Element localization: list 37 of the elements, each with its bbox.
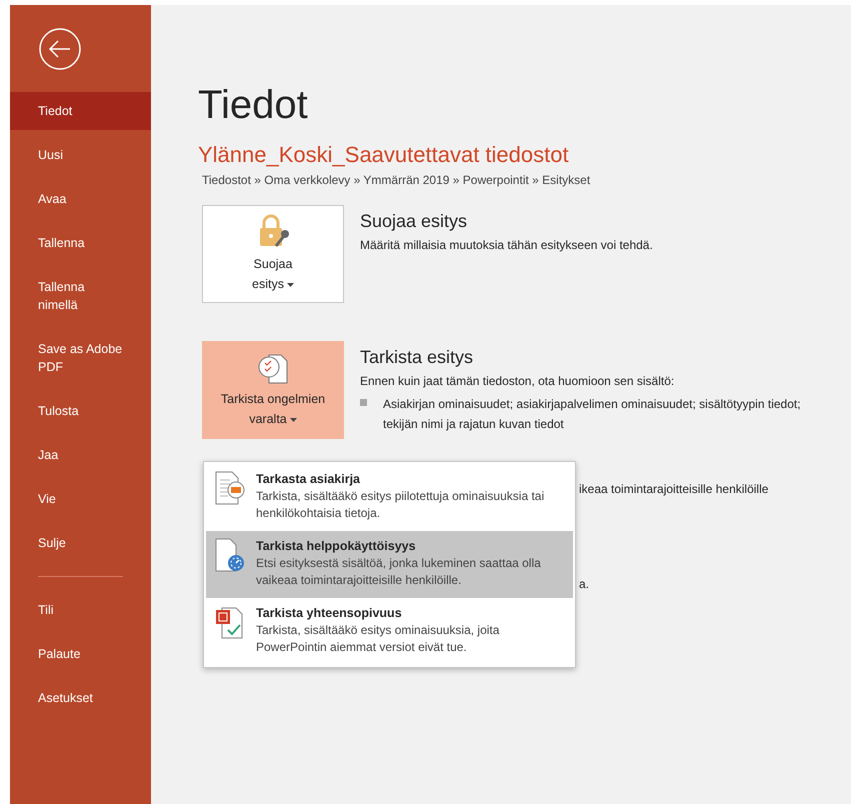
section-heading: Suojaa esitys <box>360 210 468 233</box>
partly-hidden-text: ikeaa toimintarajoitteisille henkilöille <box>579 481 768 498</box>
section-heading: Tarkista esitys <box>360 346 474 369</box>
nav-item[interactable]: Uusi <box>10 136 151 174</box>
file-name: Ylänne_Koski_Saavutettavat tiedostot <box>198 141 570 169</box>
check-issues-button[interactable]: Tarkista ongelmien varalta <box>202 341 344 439</box>
bullet-text: Asiakirjan ominaisuudet; asiakirjapalvelimen ominaisuudet; sisältötyypin tiedot; tekijän nimi ja rajatun kuvan tiedot <box>382 396 802 433</box>
menu-item-description: Tarkista, sisältääkö esitys piilotettuja ominaisuuksia tai henkilökohtaisia tietoja. <box>256 488 546 522</box>
caret-icon <box>290 418 297 422</box>
nav-item[interactable]: Tulosta <box>10 392 151 430</box>
nav-item[interactable]: Sulje <box>10 524 151 562</box>
menu-item-title: Tarkista helppokäyttöisyys <box>256 538 417 555</box>
menu-item-title: Tarkista yhteensopivuus <box>256 605 403 622</box>
nav-item[interactable]: Jaa <box>10 436 151 474</box>
section-description: Ennen kuin jaat tämän tiedoston, ota huomioon sen sisältö: <box>360 373 676 390</box>
nav-item[interactable]: Tallenna nimellä <box>10 268 151 324</box>
breadcrumb: Tiedostot » Oma verkkolevy » Ymmärrän 2019 » Powerpointit » Esitykset <box>201 172 592 189</box>
nav-item[interactable]: Tiedot <box>10 92 151 130</box>
nav-item[interactable]: Avaa <box>10 180 151 218</box>
page-title: Tiedot <box>198 82 309 129</box>
menu-item-description: Etsi esityksestä sisältöä, jonka lukeminen saattaa olla vaikeaa toimintarajoitteisille henkilöille. <box>256 555 542 589</box>
document-inspect-icon <box>214 470 246 506</box>
menu-item-description: Tarkista, sisältääkö esitys ominaisuuksia, joita PowerPointin aiemmat versiot eivät tue. <box>256 622 500 656</box>
nav-item[interactable]: Asetukset <box>10 679 151 717</box>
nav-item[interactable]: Tallenna <box>10 224 151 262</box>
partly-hidden-text: a. <box>579 576 590 593</box>
protect-presentation-button[interactable]: Suojaa esitys <box>202 205 344 303</box>
nav-item[interactable]: Palaute <box>10 635 151 673</box>
bullet-icon <box>360 399 367 406</box>
nav-item[interactable]: Tili <box>10 591 151 629</box>
nav-item[interactable]: Save as Adobe PDF <box>10 330 151 386</box>
menu-item[interactable]: Tarkista helppokäyttöisyys Etsi esityksestä sisältöä, jonka lukeminen saattaa olla vaikeaa toimintarajoitteisille henkilöille. <box>206 531 573 598</box>
section-description: Määritä millaisia muutoksia tähän esitykseen voi tehdä. <box>360 237 654 254</box>
caret-icon <box>286 282 294 287</box>
document-accessibility-icon <box>214 537 246 573</box>
nav-item[interactable]: Vie <box>10 480 151 518</box>
menu-item-title: Tarkasta asiakirja <box>256 471 362 488</box>
